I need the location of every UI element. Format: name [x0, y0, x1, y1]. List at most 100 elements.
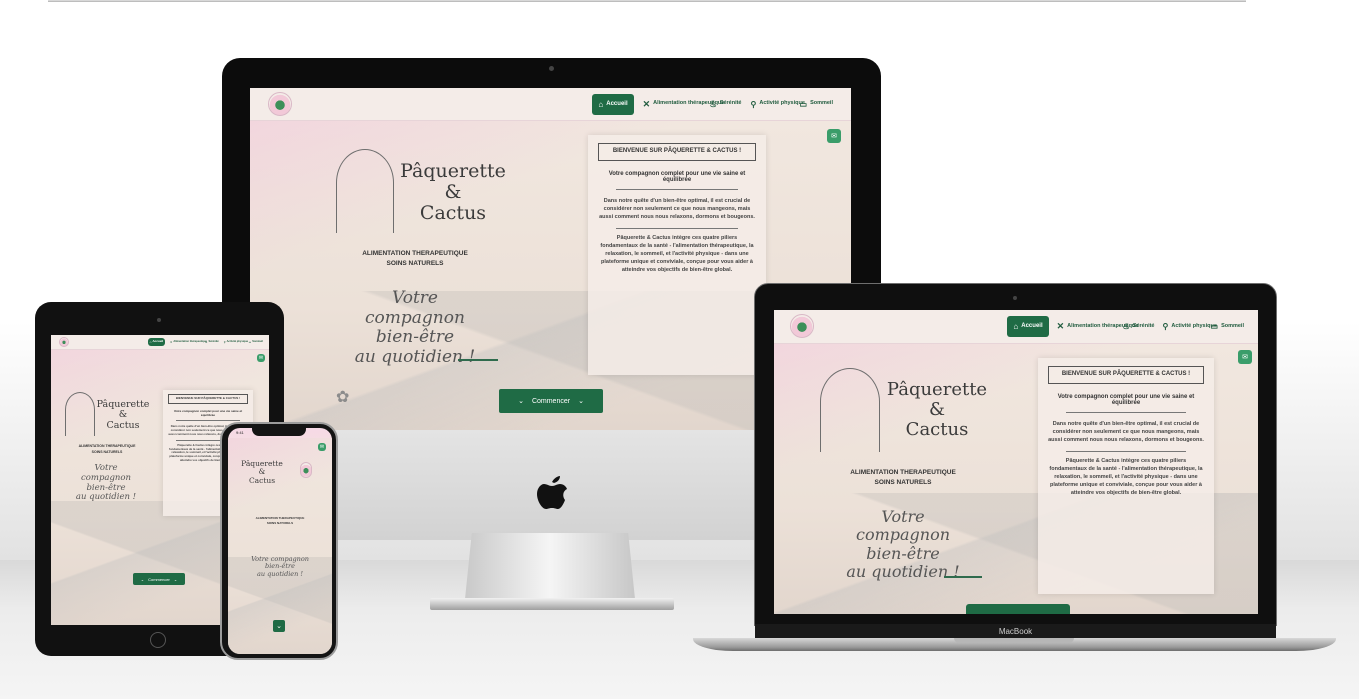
cta-label: Commencer	[531, 397, 571, 405]
brand-line2: &	[444, 180, 462, 203]
brand-line3: Cactus	[106, 419, 140, 431]
website-view: 9:41 ✉ Pâquerette & Cactus ALIMENTATION …	[228, 428, 332, 654]
runner-icon: ⚲	[1162, 322, 1169, 331]
imac-camera	[549, 66, 554, 71]
hero-tagline: Votre compagnon bien-être au quotidien !	[350, 288, 480, 367]
nav-activite[interactable]: ⚲ Activité physique	[1162, 322, 1217, 331]
cta-label: Commencer	[148, 576, 170, 582]
welcome-card: BIENVENUE SUR PÂQUERETTE & CACTUS ! Votr…	[588, 135, 766, 375]
cactus-illustration	[65, 392, 95, 436]
bed-icon: ▭	[799, 99, 808, 109]
brand-line2: &	[928, 398, 946, 420]
utensils-icon: ✕	[1056, 321, 1065, 331]
card-divider	[616, 227, 738, 229]
imac-base	[430, 598, 674, 610]
tagline-line2: bien-être	[375, 327, 455, 348]
nav-label: Sommeil	[810, 100, 833, 107]
website-view: ⌂ Accueil ✕ Alimentation thérapeutique ♨…	[774, 310, 1258, 614]
nav-label: Activité physique	[226, 339, 249, 343]
scroll-down-button[interactable]: ⌄	[273, 620, 285, 632]
home-icon: ⌂	[149, 340, 152, 344]
nav-sommeil[interactable]: ▭ Sommeil	[248, 340, 263, 344]
lotus-icon: ♨	[1122, 322, 1130, 331]
brand-line1: Pâquerette	[400, 160, 506, 182]
nav-sommeil[interactable]: ▭ Sommeil	[800, 100, 834, 109]
nav-label: Accueil	[152, 339, 164, 344]
hero-subtitle: ALIMENTATION THERAPEUTIQUE SOINS NATUREL…	[244, 516, 316, 526]
hero-subtitle: ALIMENTATION THERAPEUTIQUE SOINS NATUREL…	[65, 444, 149, 455]
nav-label: Accueil	[1021, 323, 1043, 330]
runner-icon: ⚲	[750, 99, 757, 109]
tagline-underline	[944, 576, 982, 578]
brand-line3: Cactus	[419, 201, 487, 224]
brand-name: Pâquerette & Cactus	[95, 399, 151, 431]
nav-accueil[interactable]: ⌂ Accueil	[1007, 316, 1049, 337]
nav-label: Sommeil	[1221, 322, 1244, 329]
nav-label: Alimentation thérapeutique	[173, 339, 207, 343]
card-subtitle: Votre compagnon complet pour une vie sai…	[608, 170, 746, 183]
hero-tagline: Votre compagnon bien-être au quotidien !	[246, 555, 314, 578]
nav-sommeil[interactable]: ▭ Sommeil	[1211, 322, 1245, 331]
nav-label: Accueil	[606, 100, 628, 107]
lotus-icon: ♨	[205, 340, 208, 344]
mail-button[interactable]: ✉	[257, 354, 265, 362]
nav-label: Sérénité	[719, 100, 742, 107]
mail-button[interactable]: ✉	[318, 443, 326, 451]
iphone-screen: 9:41 ✉ Pâquerette & Cactus ALIMENTATION …	[228, 428, 332, 654]
ipad-home-button	[150, 632, 166, 648]
macbook-screen: ⌂ Accueil ✕ Alimentation thérapeutique ♨…	[774, 310, 1258, 614]
imac-stand	[465, 533, 635, 599]
mail-button[interactable]: ✉	[1238, 350, 1252, 364]
subtitle-line1: ALIMENTATION THERAPEUTIQUE	[362, 250, 468, 257]
card-divider	[1066, 450, 1186, 452]
welcome-card: BIENVENUE SUR PÂQUERETTE & CACTUS ! Votr…	[1038, 358, 1214, 594]
site-logo[interactable]	[268, 92, 292, 116]
card-paragraph1: Dans notre quête d'un bien-être optimal,…	[1048, 420, 1204, 443]
commencer-button[interactable]: ⌄ Commencer ⌄	[499, 389, 603, 413]
chevron-down-icon: ⌄	[173, 576, 178, 582]
brand-line3: Cactus	[248, 475, 276, 485]
commencer-button[interactable]: ⌄ Commencer ⌄	[133, 573, 185, 585]
nav-activite[interactable]: ⚲ Activité physique	[750, 99, 805, 109]
mail-button[interactable]: ✉	[827, 129, 841, 143]
nav-label: Sérénité	[208, 339, 219, 343]
tagline-underline	[458, 359, 498, 361]
nav-accueil[interactable]: ⌂ Accueil	[147, 338, 166, 346]
hero-tagline: Votre compagnon bien-être au quotidien !	[71, 463, 141, 503]
nav-alimentation[interactable]: ✕ Alimentation thérapeutique	[170, 340, 207, 344]
lotus-icon: ♨	[709, 99, 717, 109]
tagline-line1: Votre compagnon	[81, 463, 131, 483]
nav-serenite[interactable]: ♨ Sérénité	[710, 100, 742, 109]
subtitle-line2: SOINS NATURELS	[386, 260, 444, 268]
nav-label: Sérénité	[1132, 322, 1155, 329]
bed-icon: ▭	[1210, 322, 1219, 331]
nav-serenite[interactable]: ♨ Sérénité	[1123, 322, 1155, 331]
card-divider	[176, 419, 240, 421]
site-logo[interactable]	[790, 314, 814, 338]
subtitle-line1: ALIMENTATION THERAPEUTIQUE	[850, 469, 956, 476]
nav-alimentation[interactable]: ✕ Alimentation thérapeutique	[643, 99, 725, 110]
utensils-icon: ✕	[170, 340, 173, 344]
nav-alimentation[interactable]: ✕ Alimentation thérapeutique	[1056, 321, 1139, 332]
bed-icon: ▭	[248, 340, 252, 344]
flower-decoration: ✿	[336, 389, 350, 406]
brand-name: Pâquerette & Cactus	[234, 459, 290, 485]
status-time: 9:41	[236, 430, 244, 435]
tagline-line3: au quotidien !	[354, 346, 476, 367]
site-logo	[300, 462, 312, 478]
home-icon: ⌂	[598, 99, 604, 109]
hero-subtitle: ALIMENTATION THERAPEUTIQUE SOINS NATUREL…	[828, 468, 978, 489]
card-title: BIENVENUE SUR PÂQUERETTE & CACTUS !	[1048, 366, 1204, 384]
tagline-line3: au quotidien !	[75, 492, 137, 503]
chevron-down-icon: ⌄	[578, 398, 584, 405]
nav-serenite[interactable]: ♨ Sérénité	[205, 339, 219, 344]
nav-activite[interactable]: ⚲ Activité physique	[224, 340, 248, 344]
card-divider	[616, 188, 738, 190]
card-subtitle: Votre compagnon complet pour une vie sai…	[173, 408, 243, 417]
site-logo[interactable]	[59, 337, 69, 347]
hero-tagline: Votre compagnon bien-être au quotidien !	[838, 507, 968, 582]
apple-logo-icon	[530, 470, 574, 514]
nav-accueil[interactable]: ⌂ Accueil	[592, 93, 634, 115]
commencer-button[interactable]	[966, 604, 1070, 614]
cactus-illustration	[820, 368, 880, 452]
